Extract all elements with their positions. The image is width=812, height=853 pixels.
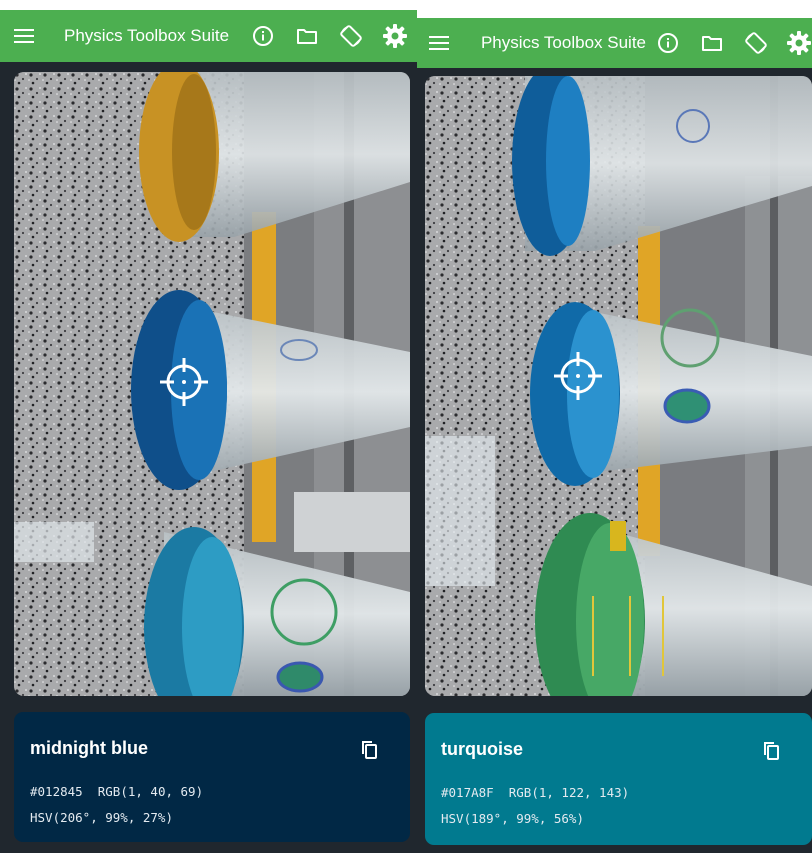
info-icon: [253, 26, 273, 46]
rotate-button[interactable]: [734, 21, 778, 65]
left-screenshot: Physics Toolbox Suite midnight blue #012…: [0, 10, 417, 853]
color-name: turquoise: [441, 739, 524, 759]
color-card: turquoise #017A8F RGB(1, 122, 143) HSV(1…: [425, 713, 812, 845]
app-title: Physics Toolbox Suite: [64, 26, 230, 45]
folder-icon: [297, 29, 317, 44]
app-bar: Physics Toolbox Suite: [417, 18, 812, 68]
camera-preview[interactable]: [425, 76, 812, 696]
hsv-value: HSV(206°, 99%, 27%): [30, 810, 173, 825]
hex-code: #017A8F: [441, 785, 494, 800]
settings-button[interactable]: [778, 21, 812, 65]
copy-icon: [362, 741, 377, 759]
menu-button[interactable]: [0, 10, 48, 62]
color-name: midnight blue: [30, 738, 148, 758]
copy-icon: [764, 742, 779, 760]
app-bar: Physics Toolbox Suite: [0, 10, 417, 62]
gear-icon: [383, 24, 407, 48]
folder-icon: [702, 36, 722, 51]
copy-button[interactable]: [760, 739, 784, 763]
rotate-icon: [340, 25, 362, 47]
hex-code: #012845: [30, 784, 83, 799]
camera-preview[interactable]: [14, 72, 410, 696]
rotate-icon: [745, 32, 767, 54]
settings-button[interactable]: [373, 14, 417, 58]
crosshair-icon: [160, 358, 208, 406]
hsv-value: HSV(189°, 99%, 56%): [441, 811, 584, 826]
color-card: midnight blue #012845 RGB(1, 40, 69) HSV…: [14, 712, 410, 842]
right-screenshot: Physics Toolbox Suite turquoise #017A8F …: [417, 18, 812, 853]
app-title: Physics Toolbox Suite: [480, 33, 646, 52]
folder-button[interactable]: [690, 21, 734, 65]
rgb-value: RGB(1, 40, 69): [97, 784, 204, 799]
folder-button[interactable]: [285, 14, 329, 58]
gear-icon: [787, 31, 811, 55]
copy-button[interactable]: [358, 738, 382, 762]
crosshair-icon: [554, 352, 602, 400]
menu-button[interactable]: [417, 18, 461, 68]
info-button[interactable]: [241, 14, 285, 58]
menu-icon: [14, 29, 34, 43]
rotate-button[interactable]: [329, 14, 373, 58]
info-icon: [658, 33, 678, 53]
camera-image: [425, 76, 812, 696]
info-button[interactable]: [646, 21, 690, 65]
camera-image: [14, 72, 410, 696]
rgb-value: RGB(1, 122, 143): [508, 785, 630, 800]
menu-icon: [428, 36, 449, 50]
